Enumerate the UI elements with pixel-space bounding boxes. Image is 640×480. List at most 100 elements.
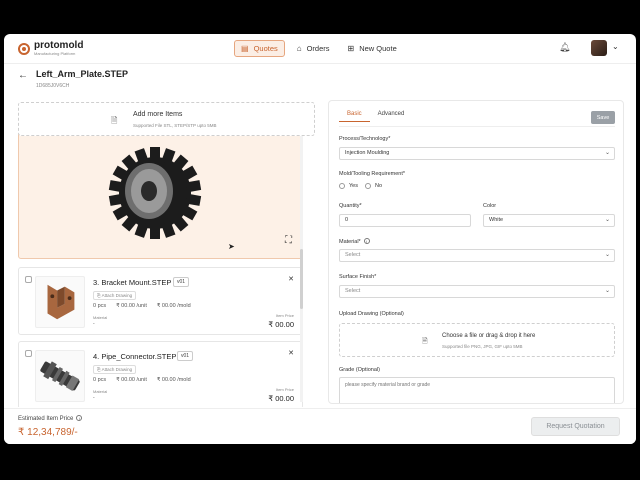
close-icon[interactable]: ✕ [288,275,294,283]
tab-advanced[interactable]: Advanced [370,107,413,122]
surface-finish-select[interactable]: Select ⌄ [339,285,615,298]
item-price-value: ₹ 00.00 [268,320,294,329]
material-select[interactable]: Select ⌄ [339,249,615,262]
item-price-label: Item Price [275,387,294,392]
version-badge[interactable]: v01 [177,351,194,361]
item-unit-price: ₹ 00.00 /unit [116,303,147,309]
item-price-label: Item Price [275,313,294,318]
upload-drawing-subtitle: Supported file PNG, JPG, GIF upto 5MB [442,344,523,349]
version-badge[interactable]: v01 [173,277,190,287]
model-preview[interactable]: ➤ ⛶ [18,132,303,259]
item-mold-price: ₹ 00.00 /mold [156,377,191,383]
chevron-down-icon[interactable]: ⌄ [612,42,619,51]
item-unit-price: ₹ 00.00 /unit [116,377,147,383]
info-icon[interactable]: i [363,238,370,244]
material-value: Select [345,252,361,258]
mold-label: Mold/Tooling Requirement* [339,171,406,177]
brand-subtitle: Manufacturing Platform [34,51,76,56]
quantity-value: 0 [345,217,349,223]
nav-new-quote-label: New Quote [359,44,397,53]
item-card[interactable]: 3. Bracket Mount.STEP v01 ⎘ Attach Drawi… [18,267,303,335]
app-window: protomold Manufacturing Platform ▤ Quote… [4,34,636,444]
chevron-down-icon: ⌄ [604,150,610,156]
attach-drawing-button[interactable]: ⎘ Attach Drawing [93,365,137,374]
nav-quotes[interactable]: ▤ Quotes [234,40,285,57]
quantity-label: Quantity* [339,203,362,209]
item-material-value: - [93,395,95,401]
footer-bar: Estimated Item Price i ₹ 12,34,789/- Requ… [4,408,636,444]
estimate-value: ₹ 12,34,789/- [18,427,78,438]
mouse-cursor-icon: ➤ [228,242,235,251]
pipe-connector-thumbnail [35,350,85,402]
orders-icon: ⌂ [296,44,302,53]
nav-orders[interactable]: ⌂ Orders [291,40,336,57]
process-value: Injection Moulding [345,150,390,156]
item-card[interactable]: 4. Pipe_Connector.STEP v01 ⎘ Attach Draw… [18,341,303,407]
fullscreen-icon[interactable]: ⛶ [285,235,292,246]
file-title: Left_Arm_Plate.STEP [36,69,129,79]
upload-drawing-dropzone[interactable]: 🗎 Choose a file or drag & drop it here S… [339,323,615,357]
items-panel: 🗎 Add more Items Supported File STL, STE… [18,102,315,407]
item-checkbox[interactable] [25,276,32,283]
color-label: Color [483,203,497,209]
item-meta: 0 pcs ₹ 00.00 /unit ₹ 00.00 /mold [93,303,191,309]
attach-drawing-label: Attach Drawing [101,367,133,372]
item-mold-price: ₹ 00.00 /mold [156,303,191,309]
surface-finish-value: Select [345,288,361,294]
grade-label: Grade (Optional) [339,367,380,373]
grade-input[interactable] [339,377,615,403]
nav-new-quote[interactable]: ⊞ New Quote [342,40,403,57]
brand-logo[interactable]: protomold Manufacturing Platform [18,41,83,56]
radio-circle-icon [339,183,345,189]
item-name: 4. Pipe_Connector.STEP [93,352,177,361]
color-select[interactable]: White ⌄ [483,214,615,227]
upload-drawing-title: Choose a file or drag & drop it here [442,333,536,339]
material-label-text: Material* [339,239,361,245]
tab-divider [339,126,615,127]
tab-basic[interactable]: Basic [339,107,370,122]
form-tabs: Basic Advanced [339,107,412,122]
item-config-form: Basic Advanced Save Process/Technology* … [328,100,624,404]
info-icon[interactable]: i [76,415,83,421]
mold-no-label: No [375,183,383,189]
bell-icon[interactable]: 🔔︎ [559,42,570,53]
item-checkbox[interactable] [25,350,32,357]
nav-quotes-label: Quotes [253,44,278,53]
process-select[interactable]: Injection Moulding ⌄ [339,147,615,160]
new-quote-icon: ⊞ [347,44,355,53]
color-value: White [489,217,504,223]
add-items-dropzone[interactable]: 🗎 Add more Items Supported File STL, STE… [18,102,315,136]
mold-yes-radio[interactable]: Yes [339,183,358,189]
chevron-down-icon: ⌄ [604,252,610,258]
upload-drawing-label: Upload Drawing (Optional) [339,311,404,317]
quantity-input[interactable]: 0 [339,214,471,227]
items-scrollbar-thumb[interactable] [300,249,303,309]
bracket-thumbnail [35,276,85,328]
add-items-title: Add more Items [133,111,183,118]
estimate-label: Estimated Item Price i [18,415,83,422]
back-arrow-icon[interactable]: ← [18,70,28,81]
surface-finish-label: Surface Finish* [339,274,377,280]
nav-orders-label: Orders [306,44,330,53]
item-material-value: - [93,321,95,327]
file-id: 1D685J0V6CH [36,83,70,89]
chevron-down-icon: ⌄ [604,288,610,294]
gear-model-image [108,147,202,239]
user-avatar[interactable] [591,40,607,56]
add-items-subtitle: Supported File STL, STEP/STP upto 5MB [133,123,217,128]
file-upload-icon: 🗎 [422,338,428,345]
close-icon[interactable]: ✕ [288,349,294,357]
item-meta: 0 pcs ₹ 00.00 /unit ₹ 00.00 /mold [93,377,191,383]
request-quotation-button[interactable]: Request Quotation [531,417,620,436]
save-button[interactable]: Save [591,111,615,124]
chevron-down-icon: ⌄ [604,217,610,223]
attach-drawing-button[interactable]: ⎘ Attach Drawing [93,291,137,300]
item-quantity: 0 pcs [93,303,107,309]
mold-yes-label: Yes [349,183,358,189]
mold-no-radio[interactable]: No [365,183,382,189]
file-upload-icon: 🗎 [111,116,118,125]
process-label: Process/Technology* [339,136,391,142]
item-material-label: Material [93,315,108,320]
top-navigation-bar: protomold Manufacturing Platform ▤ Quote… [4,34,636,64]
radio-circle-icon [365,183,371,189]
